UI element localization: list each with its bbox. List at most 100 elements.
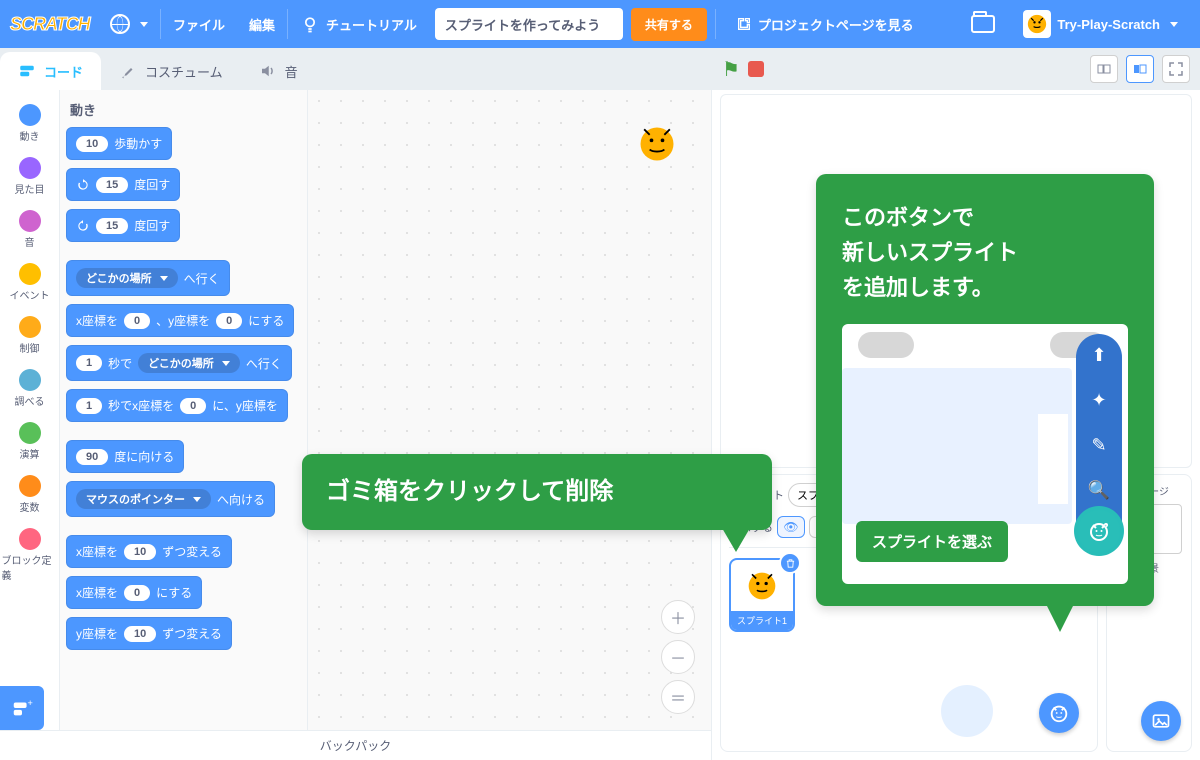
category-sound[interactable]: 音 bbox=[2, 204, 58, 255]
block-goto-xy[interactable]: x座標を 0 、y座標を 0 にする bbox=[66, 304, 294, 337]
globe-icon bbox=[110, 14, 130, 34]
block-input[interactable]: 0 bbox=[180, 398, 206, 414]
category-control[interactable]: 制御 bbox=[2, 310, 58, 361]
block-dropdown[interactable]: どこかの場所 bbox=[138, 353, 240, 373]
block-goto-menu[interactable]: どこかの場所 へ行く bbox=[66, 260, 230, 296]
block-point-towards[interactable]: マウスのポインター へ向ける bbox=[66, 481, 275, 517]
dropdown-label: マウスのポインター bbox=[86, 491, 185, 507]
block-set-x[interactable]: x座標を 0 にする bbox=[66, 576, 202, 609]
zoom-out-button[interactable]: － bbox=[661, 640, 695, 674]
language-menu[interactable] bbox=[98, 0, 160, 48]
block-text: に、y座標を bbox=[212, 397, 278, 414]
dropdown-label: どこかの場所 bbox=[86, 270, 152, 286]
block-move-steps[interactable]: 10 歩動かす bbox=[66, 127, 172, 160]
stage-large-button[interactable] bbox=[1126, 55, 1154, 83]
see-project-page-button[interactable]: プロジェクトページを見る bbox=[724, 0, 926, 48]
block-input[interactable]: 90 bbox=[76, 449, 108, 465]
backpack-label: バックパック bbox=[320, 737, 391, 754]
block-input[interactable]: 10 bbox=[76, 136, 108, 152]
category-label: 見た目 bbox=[15, 181, 45, 196]
block-input[interactable]: 1 bbox=[76, 355, 102, 371]
green-flag-button[interactable]: ⚑ bbox=[722, 57, 740, 82]
add-extension-button[interactable]: + bbox=[0, 686, 44, 730]
delete-sprite-button[interactable] bbox=[779, 552, 801, 574]
block-input[interactable]: 0 bbox=[124, 585, 150, 601]
tab-sounds[interactable]: 音 bbox=[241, 52, 316, 90]
trash-icon bbox=[785, 558, 796, 569]
category-label: 変数 bbox=[20, 499, 40, 514]
stop-button[interactable] bbox=[748, 61, 764, 77]
block-text: へ行く bbox=[184, 270, 220, 287]
scratch-logo[interactable]: SCRATCH bbox=[10, 9, 88, 39]
script-canvas[interactable]: ＋ － ＝ bbox=[308, 90, 711, 730]
project-title-field[interactable] bbox=[435, 8, 623, 40]
block-point-dir[interactable]: 90 度に向ける bbox=[66, 440, 184, 473]
block-text: 度回す bbox=[134, 176, 170, 193]
editor-tabs: コード コスチューム 音 bbox=[0, 48, 711, 90]
category-column: 動き見た目音イベント制御調べる演算変数ブロック定義 bbox=[0, 90, 60, 730]
zoom-controls: ＋ － ＝ bbox=[661, 600, 695, 714]
tab-code[interactable]: コード bbox=[0, 52, 101, 90]
caret-down-icon bbox=[160, 276, 168, 281]
category-events[interactable]: イベント bbox=[2, 257, 58, 308]
block-input[interactable]: 15 bbox=[96, 177, 128, 193]
block-text: 秒でx座標を bbox=[108, 397, 174, 414]
my-stuff-button[interactable] bbox=[959, 0, 1007, 48]
block-turn-cw[interactable]: 15 度回す bbox=[66, 168, 180, 201]
menu-bar: SCRATCH ファイル 編集 チュートリアル 共有する プロジェクトページを見… bbox=[0, 0, 1200, 48]
block-input[interactable]: 15 bbox=[96, 218, 128, 234]
block-change-x[interactable]: x座標を 10 ずつ変える bbox=[66, 535, 232, 568]
palette-title: 動き bbox=[70, 100, 301, 119]
block-turn-ccw[interactable]: 15 度回す bbox=[66, 209, 180, 242]
block-input[interactable]: 1 bbox=[76, 398, 102, 414]
share-button[interactable]: 共有する bbox=[631, 8, 707, 41]
block-input[interactable]: 0 bbox=[124, 313, 150, 329]
category-label: ブロック定義 bbox=[2, 552, 58, 582]
file-menu[interactable]: ファイル bbox=[161, 0, 237, 48]
edit-menu-label: 編集 bbox=[249, 15, 275, 34]
block-text: にする bbox=[156, 584, 192, 601]
account-menu[interactable]: Try-Play-Scratch bbox=[1011, 0, 1190, 48]
category-dot bbox=[19, 210, 41, 232]
tutorials-button[interactable]: チュートリアル bbox=[288, 0, 429, 48]
category-motion[interactable]: 動き bbox=[2, 98, 58, 149]
fullscreen-button[interactable] bbox=[1162, 55, 1190, 83]
category-myblocks[interactable]: ブロック定義 bbox=[2, 522, 58, 588]
backpack-bar[interactable]: バックパック bbox=[0, 730, 711, 760]
rotate-ccw-icon bbox=[76, 219, 90, 233]
block-dropdown[interactable]: マウスのポインター bbox=[76, 489, 211, 509]
block-glide-xy[interactable]: 1 秒でx座標を 0 に、y座標を bbox=[66, 389, 288, 422]
block-palette[interactable]: 動き 10 歩動かす 15 度回す 15 度回す どこかの場所 へ bbox=[60, 90, 308, 730]
project-title-input[interactable] bbox=[435, 8, 623, 40]
category-sensing[interactable]: 調べる bbox=[2, 363, 58, 414]
file-menu-label: ファイル bbox=[173, 15, 225, 34]
placeholder-pill bbox=[858, 332, 914, 358]
sprite-tile[interactable]: スプライト1 bbox=[729, 558, 795, 632]
category-variables[interactable]: 変数 bbox=[2, 469, 58, 520]
add-backdrop-button[interactable] bbox=[1141, 701, 1181, 741]
zoom-reset-button[interactable]: ＝ bbox=[661, 680, 695, 714]
sprite-thumb-icon bbox=[742, 566, 782, 606]
block-text: にする bbox=[248, 312, 284, 329]
see-project-page-label: プロジェクトページを見る bbox=[758, 15, 914, 34]
zoom-in-button[interactable]: ＋ bbox=[661, 600, 695, 634]
block-change-y[interactable]: y座標を 10 ずつ変える bbox=[66, 617, 232, 650]
block-glide-menu[interactable]: 1 秒で どこかの場所 へ行く bbox=[66, 345, 292, 381]
block-dropdown[interactable]: どこかの場所 bbox=[76, 268, 178, 288]
show-button[interactable]: 👁 bbox=[777, 516, 805, 538]
stage-small-button[interactable] bbox=[1090, 55, 1118, 83]
blocks-area: 動き見た目音イベント制御調べる演算変数ブロック定義 動き 10 歩動かす 15 … bbox=[0, 90, 711, 730]
block-input[interactable]: 10 bbox=[124, 544, 156, 560]
image-icon bbox=[1151, 711, 1171, 731]
dropdown-label: どこかの場所 bbox=[148, 355, 214, 371]
block-input[interactable]: 0 bbox=[216, 313, 242, 329]
tab-sounds-label: 音 bbox=[285, 62, 298, 81]
edit-menu[interactable]: 編集 bbox=[237, 0, 287, 48]
tab-costumes[interactable]: コスチューム bbox=[101, 52, 241, 90]
tutorial-bubble-delete: ゴミ箱をクリックして削除 bbox=[302, 454, 772, 530]
block-text: へ行く bbox=[246, 355, 282, 372]
category-operators[interactable]: 演算 bbox=[2, 416, 58, 467]
add-sprite-button[interactable] bbox=[1039, 693, 1079, 733]
category-looks[interactable]: 見た目 bbox=[2, 151, 58, 202]
block-input[interactable]: 10 bbox=[124, 626, 156, 642]
